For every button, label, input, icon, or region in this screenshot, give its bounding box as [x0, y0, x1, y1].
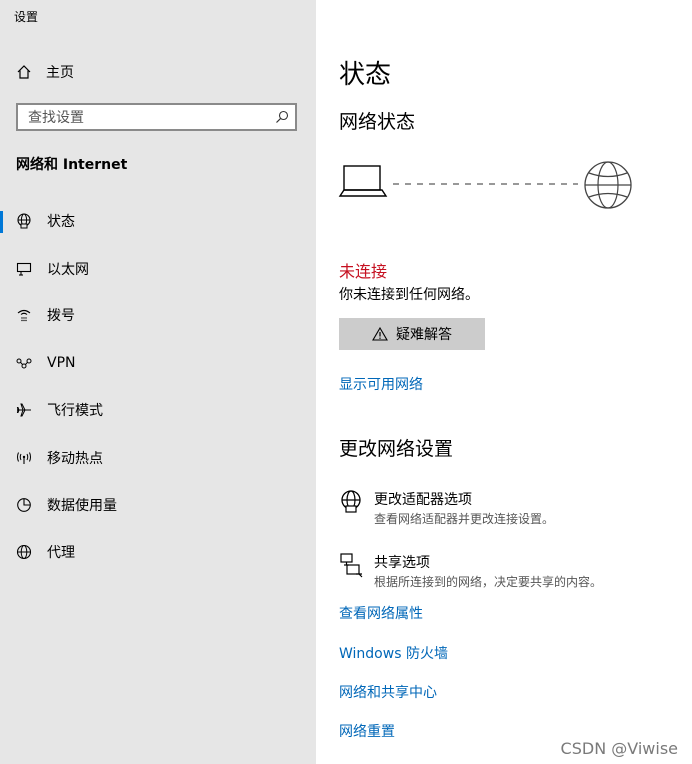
hotspot-icon [16, 450, 32, 466]
home-icon [17, 65, 31, 79]
sidebar-item-label: 拨号 [47, 308, 75, 324]
network-diagram [338, 161, 632, 209]
sidebar-item-vpn[interactable]: VPN [0, 345, 316, 381]
sidebar-item-label: VPN [47, 355, 76, 371]
network-reset-link[interactable]: 网络重置 [339, 721, 395, 741]
sidebar-item-proxy[interactable]: 代理 [0, 534, 316, 570]
sidebar-item-label: 以太网 [47, 262, 89, 278]
sidebar-item-label: 数据使用量 [47, 498, 117, 514]
sidebar-item-mobile-hotspot[interactable]: 移动热点 [0, 440, 316, 476]
dialup-icon [16, 307, 32, 323]
troubleshoot-button[interactable]: 疑难解答 [339, 318, 485, 350]
search-input[interactable] [28, 108, 268, 128]
option-subtitle: 查看网络适配器并更改连接设置。 [374, 512, 555, 526]
windows-firewall-link[interactable]: Windows 防火墙 [339, 643, 448, 663]
sidebar-item-label: 移动热点 [47, 451, 103, 467]
search-box[interactable] [16, 103, 297, 131]
change-network-settings-title: 更改网络设置 [339, 438, 454, 460]
change-adapter-options[interactable]: 更改适配器选项 查看网络适配器并更改连接设置。 [339, 489, 679, 529]
search-icon[interactable] [275, 110, 289, 124]
internet-globe-icon [584, 161, 632, 209]
home-label: 主页 [46, 65, 74, 81]
home-nav-item[interactable]: 主页 [16, 60, 74, 84]
connection-state: 未连接 [339, 262, 388, 281]
sidebar-item-airplane-mode[interactable]: 飞行模式 [0, 392, 316, 428]
ethernet-icon [16, 261, 32, 277]
sidebar-item-status[interactable]: 状态 [0, 203, 316, 239]
sidebar-item-ethernet[interactable]: 以太网 [0, 251, 316, 287]
option-subtitle: 根据所连接到的网络，决定要共享的内容。 [374, 575, 603, 589]
app-title: 设置 [14, 10, 39, 24]
warning-icon [372, 327, 388, 341]
adapter-globe-icon [341, 490, 361, 513]
watermark: CSDN @Viwise [560, 739, 678, 758]
airplane-icon [16, 402, 32, 418]
globe-network-icon [16, 213, 32, 229]
network-sharing-center-link[interactable]: 网络和共享中心 [339, 682, 437, 702]
data-usage-icon [16, 497, 32, 513]
sharing-options[interactable]: 共享选项 根据所连接到的网络，决定要共享的内容。 [339, 552, 679, 592]
section-title: 网络和 Internet [16, 157, 128, 173]
sidebar-item-dialup[interactable]: 拨号 [0, 297, 316, 333]
show-available-networks-link[interactable]: 显示可用网络 [339, 374, 423, 394]
sidebar-item-label: 飞行模式 [47, 403, 103, 419]
sharing-icon [340, 553, 363, 578]
laptop-icon [338, 165, 388, 197]
view-network-properties-link[interactable]: 查看网络属性 [339, 603, 423, 623]
sidebar-item-label: 状态 [47, 214, 75, 230]
page-title: 状态 [339, 60, 392, 90]
sidebar-item-label: 代理 [47, 545, 75, 561]
option-title: 共享选项 [374, 555, 430, 571]
sidebar-item-data-usage[interactable]: 数据使用量 [0, 487, 316, 523]
vpn-icon [16, 355, 32, 371]
connection-description: 你未连接到任何网络。 [339, 287, 479, 303]
troubleshoot-label: 疑难解答 [396, 327, 452, 343]
sidebar: 设置 主页 网络和 Internet 状态 [0, 0, 316, 764]
network-status-title: 网络状态 [339, 111, 416, 133]
option-title: 更改适配器选项 [374, 492, 472, 508]
globe-icon [16, 544, 32, 560]
main-content: 状态 网络状态 未连接 你未连接到任何网络。 疑难解答 显示可用网络 更改网络设… [316, 0, 692, 764]
